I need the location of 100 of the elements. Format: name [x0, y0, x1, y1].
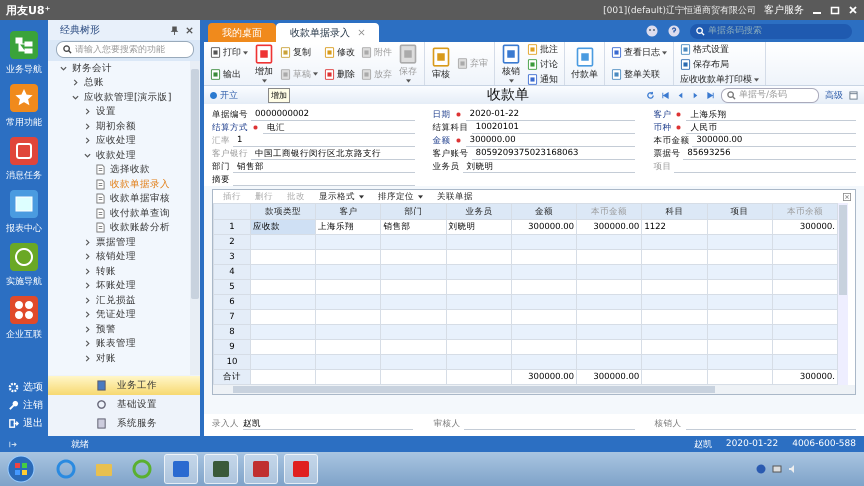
- toolbar-button[interactable]: 整单关联: [608, 66, 670, 82]
- input-field[interactable]: 300000.00: [466, 135, 636, 147]
- toolbar-button[interactable]: 删除: [321, 66, 358, 82]
- chevron-down-icon[interactable]: [84, 152, 91, 159]
- tree-item[interactable]: 收付款单查询: [110, 206, 170, 220]
- taskbar-button[interactable]: [284, 454, 318, 484]
- close-icon[interactable]: [185, 26, 194, 34]
- row-number[interactable]: 8: [214, 324, 250, 340]
- tree-item[interactable]: 票据管理: [96, 236, 136, 249]
- tree-item[interactable]: 坏账处理: [96, 279, 136, 292]
- nav-label[interactable]: 报表中心: [6, 222, 42, 235]
- toolbar-button[interactable]: 应收收款单打印模: [677, 72, 762, 87]
- row-number[interactable]: 5: [214, 280, 250, 294]
- chevron-right-icon[interactable]: [84, 296, 91, 304]
- row-number[interactable]: 2: [214, 234, 250, 250]
- chevron-right-icon[interactable]: [84, 326, 91, 333]
- input-field[interactable]: 人民币: [686, 122, 856, 134]
- nav-label[interactable]: 企业互联: [6, 328, 42, 341]
- nav-label[interactable]: 消息任务: [6, 169, 42, 182]
- help-icon[interactable]: [668, 25, 680, 37]
- chevron-right-icon[interactable]: [72, 79, 79, 86]
- toolbar-button[interactable]: 格式设置: [677, 42, 762, 57]
- chevron-right-icon[interactable]: [84, 268, 91, 275]
- tree-item[interactable]: 转账: [96, 264, 116, 278]
- toolbar-button[interactable]: 审核: [428, 43, 454, 84]
- tree-item[interactable]: 账表管理: [96, 337, 136, 350]
- toolbar-button[interactable]: 修改: [321, 45, 358, 60]
- section-item[interactable]: 业务工作: [48, 376, 200, 395]
- chevron-down-icon[interactable]: [60, 64, 67, 72]
- row-number[interactable]: 6: [214, 294, 250, 310]
- chevron-right-icon[interactable]: [84, 238, 91, 246]
- start-button[interactable]: [6, 454, 36, 484]
- grid-toolbar-button[interactable]: 关联单据: [431, 190, 479, 202]
- tree-tile-icon[interactable]: [9, 30, 39, 60]
- expand-icon[interactable]: [843, 192, 851, 200]
- chevron-right-icon[interactable]: [84, 282, 91, 290]
- taskbar-button[interactable]: [164, 454, 198, 484]
- tree-item[interactable]: 收款处理: [96, 148, 136, 162]
- grid-toolbar-button[interactable]: 显示格式: [313, 190, 370, 202]
- column-header[interactable]: 业务员: [446, 204, 512, 220]
- last-icon[interactable]: [706, 90, 715, 100]
- toolbar-button[interactable]: 输出: [207, 66, 251, 82]
- smiley-icon[interactable]: [646, 25, 658, 37]
- tree-item[interactable]: 核销处理: [96, 250, 136, 264]
- tree-item[interactable]: 期初余额: [96, 120, 136, 133]
- column-header[interactable]: 部门: [380, 204, 446, 220]
- input-field[interactable]: 0000000002: [251, 109, 415, 121]
- star-tile-icon[interactable]: [9, 83, 39, 113]
- tree-item[interactable]: 应收款管理[演示版]: [84, 90, 172, 104]
- advanced-link[interactable]: 高级: [825, 88, 843, 102]
- tree-item[interactable]: 选择收款: [110, 163, 150, 176]
- nav-option[interactable]: 选项: [23, 380, 43, 394]
- row-number[interactable]: 7: [214, 310, 250, 324]
- toolbar-button[interactable]: 保存布局: [677, 57, 762, 72]
- input-field[interactable]: 85693256: [683, 148, 856, 160]
- input-field[interactable]: 8059209375023168063: [472, 148, 636, 160]
- tree-item[interactable]: 财务会计: [72, 62, 112, 75]
- toolbar-button[interactable]: 打印: [207, 45, 251, 60]
- nav-label[interactable]: 业务导航: [6, 63, 42, 76]
- column-header[interactable]: 科目: [642, 204, 708, 220]
- row-number[interactable]: 10: [214, 354, 250, 370]
- chevron-down-icon[interactable]: [72, 94, 79, 101]
- tree-item[interactable]: 汇兑损益: [96, 294, 136, 307]
- grid-toolbar-button[interactable]: 排序定位: [372, 190, 429, 202]
- chevron-right-icon[interactable]: [84, 137, 91, 144]
- column-header[interactable]: 金额: [511, 204, 577, 220]
- key-icon[interactable]: [8, 400, 19, 410]
- column-header[interactable]: 项目: [707, 204, 772, 220]
- tree-item[interactable]: 预警: [96, 322, 116, 336]
- tree-item[interactable]: 对账: [96, 352, 116, 365]
- toolbar-button[interactable]: 讨论: [524, 57, 561, 72]
- close-icon[interactable]: [358, 29, 365, 36]
- input-field[interactable]: 10020101: [472, 122, 636, 134]
- toolbar-button[interactable]: 付款单: [568, 43, 601, 84]
- tree-item[interactable]: 收款单据审核: [110, 192, 170, 206]
- column-header[interactable]: 客户: [316, 204, 381, 220]
- task-tile-icon[interactable]: [9, 136, 39, 166]
- help-icon[interactable]: [756, 464, 766, 474]
- previous-icon[interactable]: [676, 90, 685, 100]
- nav-option[interactable]: 退出: [23, 416, 43, 430]
- scrollbar[interactable]: [190, 61, 200, 375]
- chevron-right-icon[interactable]: [84, 354, 91, 362]
- customer-service-button[interactable]: 客户服务: [764, 3, 804, 17]
- chevron-right-icon[interactable]: [84, 311, 91, 318]
- network-icon[interactable]: [772, 464, 782, 474]
- exit-icon[interactable]: [8, 418, 19, 428]
- input-field[interactable]: 上海乐翔: [686, 109, 856, 121]
- toolbar-button[interactable]: 核销: [498, 43, 524, 84]
- tree-item[interactable]: 收款账龄分析: [110, 221, 170, 234]
- nav-label[interactable]: 常用功能: [6, 116, 42, 129]
- chevron-right-icon[interactable]: [84, 340, 91, 348]
- scrollbar[interactable]: [838, 203, 848, 385]
- input-field[interactable]: 刘晓明: [462, 161, 636, 173]
- nav-option[interactable]: 注销: [23, 398, 43, 412]
- section-item[interactable]: 基础设置: [48, 395, 200, 414]
- tree-item[interactable]: 凭证处理: [96, 308, 136, 322]
- input-field[interactable]: 300000.00: [692, 135, 856, 147]
- compass-tile-icon[interactable]: [9, 242, 39, 272]
- settings-icon[interactable]: [8, 382, 19, 392]
- row-number[interactable]: 3: [214, 250, 250, 264]
